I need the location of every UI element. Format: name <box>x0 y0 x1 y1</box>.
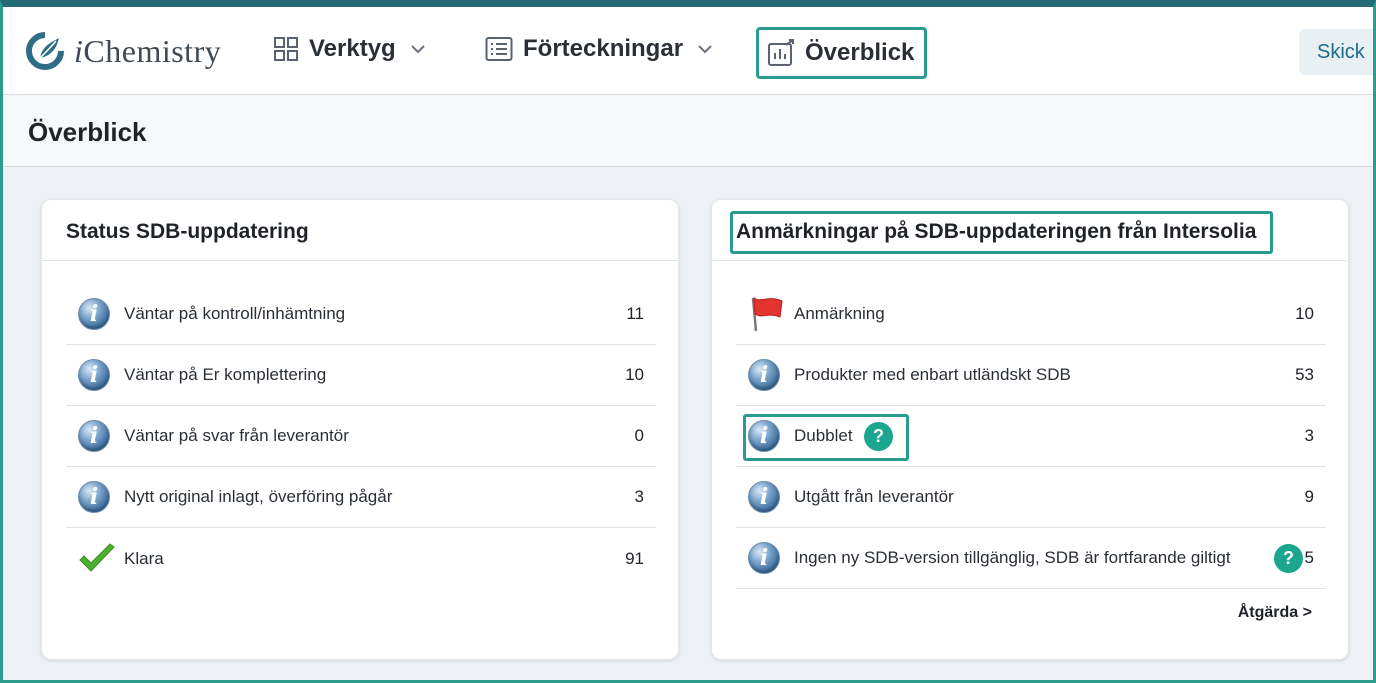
card-title: Status SDB-uppdatering <box>66 220 309 243</box>
nav-verktyg[interactable]: Verktyg <box>273 35 426 63</box>
list-icon <box>485 37 513 61</box>
list-item-label: Ingen ny SDB-version tillgänglig, SDB är… <box>794 548 1231 567</box>
nav-verktyg-label: Verktyg <box>309 35 396 62</box>
card-header: Status SDB-uppdatering <box>42 200 678 261</box>
nav-forteckningar-label: Förteckningar <box>523 35 684 62</box>
info-icon: i <box>748 542 780 574</box>
list-item-count: 0 <box>634 426 644 445</box>
list-item-count: 9 <box>1304 487 1314 506</box>
chart-icon <box>768 39 794 66</box>
info-icon: i <box>78 481 110 513</box>
atgarda-link[interactable]: Åtgärda > <box>1238 604 1312 622</box>
list-item-count: 53 <box>1295 365 1314 384</box>
nav-overblick-label: Överblick <box>805 39 915 66</box>
list-item-label: Väntar på kontroll/inhämtning <box>124 304 346 323</box>
logo[interactable]: iChemistry <box>26 32 221 70</box>
check-icon <box>79 542 115 572</box>
anmarkningar-card: Anmärkningar på SDB-uppdateringen från I… <box>711 199 1349 660</box>
list-item-count: 3 <box>634 487 644 506</box>
list-item-count: 10 <box>625 365 644 384</box>
nav-forteckningar[interactable]: Förteckningar <box>485 35 713 63</box>
list-item-label: Väntar på Er komplettering <box>124 365 327 384</box>
list-item[interactable]: Anmärkning 10 <box>736 284 1326 345</box>
list-item-label: Utgått från leverantör <box>794 487 954 506</box>
list-item[interactable]: i Nytt original inlagt, överföring pågår… <box>66 467 656 528</box>
logo-text: iChemistry <box>74 32 222 69</box>
list-item-count: 11 <box>626 304 644 323</box>
list-item[interactable]: i Väntar på Er komplettering 10 <box>66 345 656 406</box>
help-icon[interactable]: ? <box>864 422 893 451</box>
list-item-label: Anmärkning <box>794 304 885 323</box>
card-title: Anmärkningar på SDB-uppdateringen från I… <box>736 220 1257 243</box>
status-sdb-card: Status SDB-uppdatering i Väntar på kontr… <box>41 199 679 660</box>
status-list: i Väntar på kontroll/inhämtning 11 i Vän… <box>66 284 656 589</box>
grid-icon <box>274 37 298 61</box>
info-icon: i <box>78 298 110 330</box>
card-header: Anmärkningar på SDB-uppdateringen från I… <box>712 200 1348 261</box>
ichemistry-leaf-icon <box>26 32 64 70</box>
list-item[interactable]: i Dubblet ? 3 <box>736 406 1326 467</box>
skick-button[interactable]: Skick <box>1299 29 1376 75</box>
list-item-label: Klara <box>124 548 164 568</box>
list-item-count: 91 <box>625 548 644 568</box>
list-item-count: 10 <box>1295 304 1314 323</box>
anmarkningar-list: Anmärkning 10 i Produkter med enbart utl… <box>736 284 1326 589</box>
list-item-label: Väntar på svar från leverantör <box>124 426 349 445</box>
chevron-down-icon <box>411 45 425 54</box>
help-icon[interactable]: ? <box>1274 544 1303 573</box>
top-navigation-bar: iChemistry Verktyg Förteckningar Överbli… <box>0 0 1376 95</box>
list-item-count: 3 <box>1304 426 1314 445</box>
list-item[interactable]: i Utgått från leverantör 9 <box>736 467 1326 528</box>
nav-overblick[interactable]: Överblick <box>756 27 927 79</box>
list-item[interactable]: i Ingen ny SDB-version tillgänglig, SDB … <box>736 528 1326 589</box>
flag-icon <box>751 297 783 332</box>
list-item-label: Produkter med enbart utländskt SDB <box>794 365 1071 384</box>
list-item[interactable]: i Produkter med enbart utländskt SDB 53 <box>736 345 1326 406</box>
info-icon: i <box>78 359 110 391</box>
info-icon: i <box>748 359 780 391</box>
info-icon: i <box>748 481 780 513</box>
list-item[interactable]: Klara 91 <box>66 528 656 589</box>
list-item-label: Nytt original inlagt, överföring pågår <box>124 487 393 506</box>
list-item[interactable]: i Väntar på svar från leverantör 0 <box>66 406 656 467</box>
list-item[interactable]: i Väntar på kontroll/inhämtning 11 <box>66 284 656 345</box>
info-icon: i <box>78 420 110 452</box>
page-header: Överblick <box>0 95 1376 167</box>
page-title: Överblick <box>28 117 147 147</box>
chevron-down-icon <box>698 45 712 54</box>
